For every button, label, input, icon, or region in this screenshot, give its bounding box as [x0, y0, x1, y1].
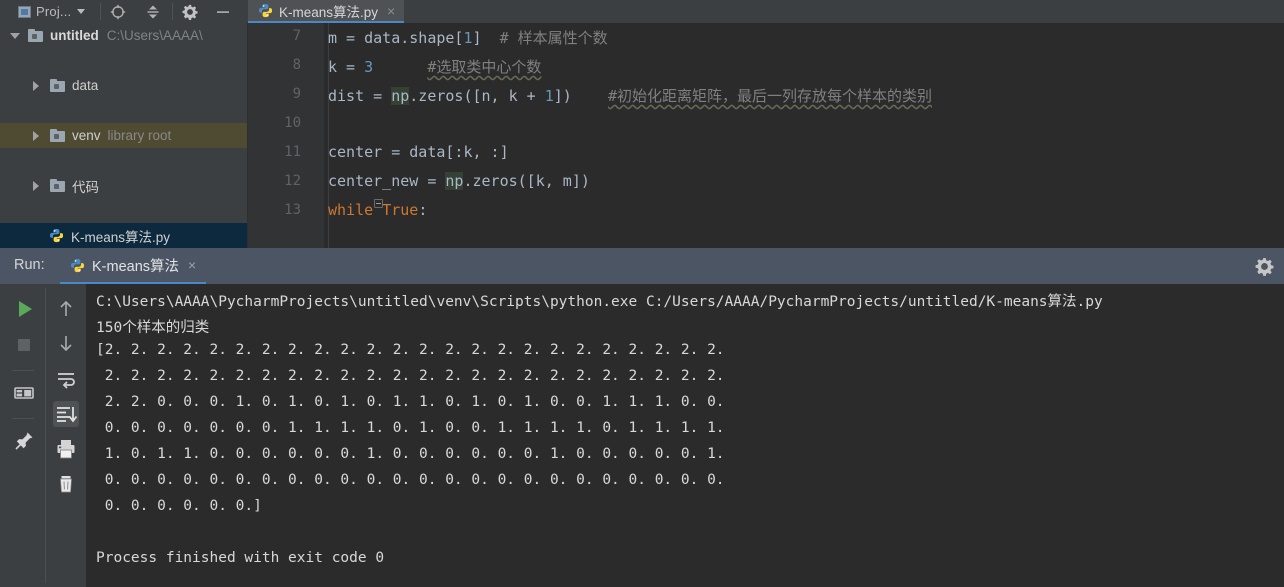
console-array-line: [2. 2. 2. 2. 2. 2. 2. 2. 2. 2. 2. 2. 2. … — [96, 342, 725, 358]
console-header-line: 150个样本的归类 — [96, 320, 210, 336]
tree-item-venv[interactable]: venv library root — [0, 123, 248, 148]
rerun-button[interactable] — [11, 296, 37, 322]
pin-tab-button[interactable] — [11, 428, 37, 454]
folder-icon — [50, 129, 65, 142]
run-tab-label: K-means算法 — [92, 258, 180, 275]
chevron-right-icon[interactable] — [30, 130, 42, 142]
down-stack-button[interactable] — [53, 330, 79, 356]
chevron-right-icon[interactable] — [30, 80, 42, 92]
console-array-line: 1. 0. 1. 1. 0. 0. 0. 0. 0. 0. 1. 0. 0. 0… — [96, 446, 725, 462]
tree-item-label: 代码 — [72, 179, 99, 195]
main-toolbar: Proj... K-means算法.py × — [0, 0, 1284, 23]
run-actions-left — [0, 284, 46, 587]
chevron-down-icon — [77, 9, 86, 14]
tree-item-kmeans-file[interactable]: K-means算法.py — [0, 223, 248, 248]
tree-item-label: K-means算法.py — [71, 229, 171, 245]
code-line-7: m = data.shape[1] # 样本属性个数 — [328, 29, 608, 47]
settings-gear-icon[interactable] — [182, 4, 198, 20]
folder-icon — [50, 79, 65, 92]
line-number: 11 — [284, 144, 301, 160]
chevron-down-icon[interactable] — [10, 30, 22, 42]
toolbar-divider — [100, 3, 101, 20]
code-folding-gutter[interactable] — [310, 23, 383, 248]
run-tab-kmeans[interactable]: K-means算法 × — [60, 248, 207, 284]
code-line-8: k = 3 #选取类中心个数 — [328, 58, 542, 76]
console-array-line: 0. 0. 0. 0. 0. 0. 0. 1. 1. 1. 1. 0. 1. 0… — [96, 420, 725, 436]
project-selector[interactable]: Proj... — [18, 0, 86, 23]
code-line-11: center = data[:k, :] — [328, 143, 509, 161]
console-exit-line: Process finished with exit code 0 — [96, 550, 385, 566]
editor-tab-label: K-means算法.py — [279, 4, 379, 20]
project-icon — [18, 5, 31, 18]
tree-item-code-folder[interactable]: 代码 — [0, 173, 248, 198]
line-number: 10 — [284, 115, 301, 131]
tree-item-path: C:\Users\AAAA\ — [106, 28, 203, 43]
tree-item-label: data — [72, 78, 99, 93]
console-array-line: 2. 2. 2. 2. 2. 2. 2. 2. 2. 2. 2. 2. 2. 2… — [96, 368, 725, 384]
tree-item-label: venv — [72, 128, 101, 143]
gear-icon[interactable] — [1255, 257, 1274, 276]
soft-wrap-button[interactable] — [53, 367, 79, 393]
run-tool-window: Run: K-means算法 × C:\Users\AAAA\PycharmPr… — [0, 248, 1284, 587]
locate-target-icon[interactable] — [110, 4, 126, 20]
editor-tab-kmeans[interactable]: K-means算法.py × — [248, 0, 405, 23]
minimize-icon[interactable] — [215, 4, 231, 20]
close-icon[interactable]: × — [188, 257, 196, 273]
line-number: 7 — [292, 28, 301, 44]
run-label: Run: — [14, 257, 45, 273]
tree-item-tag: library root — [107, 128, 172, 143]
pycharm-window: Proj... K-means算法.py × untitled C:\Users… — [0, 0, 1284, 587]
folder-icon — [50, 179, 65, 192]
up-stack-button[interactable] — [53, 296, 79, 322]
code-editor[interactable]: 7 8 9 10 11 12 13 m = data.shape[1] # 样本… — [248, 23, 1284, 248]
line-number: 9 — [292, 86, 301, 102]
chevron-right-icon[interactable] — [30, 180, 42, 192]
line-number: 13 — [284, 202, 301, 218]
code-line-12: center_new = np.zeros([k, m]) — [328, 172, 590, 190]
console-array-line: 0. 0. 0. 0. 0. 0.] — [96, 498, 262, 514]
editor-tab-strip: K-means算法.py × — [248, 0, 1284, 23]
toolbar-divider-3 — [12, 370, 34, 371]
restore-layout-button[interactable] — [11, 380, 37, 406]
console-command-line: C:\Users\AAAA\PycharmProjects\untitled\v… — [96, 294, 1103, 310]
collapse-all-icon[interactable] — [145, 4, 161, 20]
code-content[interactable]: m = data.shape[1] # 样本属性个数 k = 3 #选取类中心个… — [328, 23, 1284, 248]
line-number: 12 — [284, 173, 301, 189]
console-array-line: 2. 2. 0. 0. 0. 1. 0. 1. 0. 1. 0. 1. 1. 0… — [96, 394, 725, 410]
tree-item-untitled[interactable]: untitled C:\Users\AAAA\ — [0, 23, 248, 48]
console-array-line: 0. 0. 0. 0. 0. 0. 0. 0. 0. 0. 0. 0. 0. 0… — [96, 472, 725, 488]
scroll-to-end-button[interactable] — [53, 401, 79, 427]
run-console-output[interactable]: C:\Users\AAAA\PycharmProjects\untitled\v… — [86, 284, 1284, 587]
tree-item-data[interactable]: data — [0, 73, 248, 98]
close-icon[interactable]: × — [387, 4, 395, 18]
run-actions-right — [46, 284, 86, 587]
toolbar-divider-2 — [172, 3, 173, 20]
run-tool-window-header: Run: K-means算法 × — [0, 248, 1284, 284]
python-file-icon — [49, 228, 64, 243]
python-file-icon — [258, 3, 273, 18]
folder-icon — [28, 29, 43, 42]
clear-all-button[interactable] — [53, 471, 79, 497]
code-line-13: while True: — [328, 201, 428, 219]
print-button[interactable] — [53, 436, 79, 462]
project-tool-window[interactable]: untitled C:\Users\AAAA\ data venv librar… — [0, 23, 248, 248]
toolbar-divider-4 — [12, 418, 34, 419]
line-number-gutter: 7 8 9 10 11 12 13 — [248, 23, 310, 248]
line-number: 8 — [292, 57, 301, 73]
python-file-icon — [70, 258, 85, 273]
project-selector-label: Proj... — [36, 4, 72, 19]
tree-item-label: untitled — [50, 28, 99, 43]
stop-button[interactable] — [11, 332, 37, 358]
code-line-9: dist = np.zeros([n, k + 1]) #初始化距离矩阵，最后一… — [328, 87, 933, 105]
